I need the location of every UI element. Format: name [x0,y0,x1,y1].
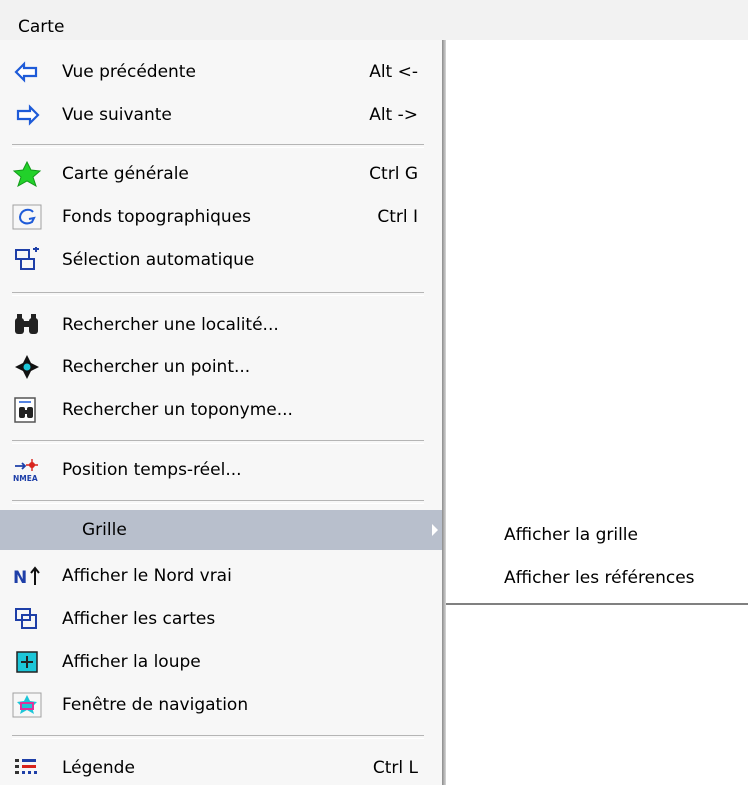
submenu-arrow-icon [432,524,438,536]
menu-item-legende[interactable]: Légende Ctrl L [0,748,442,788]
nmea-gps-icon: NMEA [12,457,42,483]
north-arrow-icon: N [12,563,42,589]
menu-item-grille[interactable]: Grille [0,510,442,550]
menu-bar: Carte [0,0,748,40]
menu-item-label: Vue suivante [62,105,172,125]
menu-item-vue-suivante[interactable]: Vue suivante Alt -> [0,95,442,135]
submenu-item-afficher-grille[interactable]: Afficher la grille [446,515,748,555]
menu-item-label: Vue précédente [62,62,196,82]
menu-item-label: Carte générale [62,164,189,184]
carte-dropdown-menu: Vue précédente Alt <- Vue suivante Alt -… [0,40,442,785]
menu-item-label: Légende [62,758,135,778]
menu-item-afficher-loupe[interactable]: Afficher la loupe [0,642,442,682]
menu-separator [12,500,424,504]
arrow-right-icon [12,102,42,128]
arrow-left-icon [12,59,42,85]
menu-item-afficher-cartes[interactable]: Afficher les cartes [0,599,442,639]
menu-separator [12,144,424,148]
menu-shadow [442,40,446,785]
menu-item-shortcut: Ctrl I [377,207,418,227]
menu-item-shortcut: Alt <- [369,62,418,82]
menu-item-carte-generale[interactable]: Carte générale Ctrl G [0,154,442,194]
menu-item-label: Grille [82,520,127,540]
menu-item-label: Position temps-réel... [62,460,242,480]
grille-submenu: Afficher la grille Afficher les référenc… [446,513,748,605]
menu-item-label: Sélection automatique [62,250,255,270]
toponym-search-icon [12,397,42,423]
menu-separator [12,292,424,296]
menu-item-rechercher-localite[interactable]: Rechercher une localité... [0,305,442,345]
submenu-item-afficher-references[interactable]: Afficher les références [446,558,748,598]
menu-item-shortcut: Ctrl G [369,164,418,184]
menu-item-label: Fonds topographiques [62,207,252,227]
menu-item-selection-automatique[interactable]: Sélection automatique [0,240,442,280]
legend-icon [12,755,42,781]
menu-item-fenetre-navigation[interactable]: Fenêtre de navigation [0,685,442,725]
svg-text:N: N [13,568,27,588]
menu-item-position-temps-reel[interactable]: NMEA Position temps-réel... [0,450,442,490]
france-map-icon [12,160,42,188]
menu-item-afficher-nord-vrai[interactable]: N Afficher le Nord vrai [0,556,442,596]
menu-item-label: Afficher la loupe [62,652,201,672]
menu-item-fonds-topographiques[interactable]: Fonds topographiques Ctrl I [0,197,442,237]
magnifier-box-icon [12,649,42,675]
menu-item-label: Rechercher un toponyme... [62,400,293,420]
menu-item-label: Afficher le Nord vrai [62,566,232,586]
menu-item-label: Fenêtre de navigation [62,695,249,715]
navigation-window-icon [12,692,42,718]
auto-select-icon [12,246,42,273]
menu-item-rechercher-toponyme[interactable]: Rechercher un toponyme... [0,390,442,430]
maps-overlay-icon [12,606,42,632]
menu-item-shortcut: Ctrl L [372,758,418,778]
menu-separator [12,735,424,739]
menu-separator [12,440,424,444]
menu-item-vue-precedente[interactable]: Vue précédente Alt <- [0,52,442,92]
menu-item-label: Rechercher un point... [62,357,251,377]
menu-item-rechercher-point[interactable]: Rechercher un point... [0,347,442,387]
menu-item-shortcut: Alt -> [369,105,418,125]
topo-swirl-icon [12,204,42,230]
binoculars-icon [12,312,42,338]
menu-item-label: Rechercher une localité... [62,315,279,335]
crosshair-icon [12,354,42,380]
submenu-item-label: Afficher les références [504,568,695,588]
submenu-item-label: Afficher la grille [504,525,638,545]
menu-title-carte[interactable]: Carte [18,16,64,38]
menu-item-label: Afficher les cartes [62,609,216,629]
svg-text:NMEA: NMEA [13,474,38,483]
